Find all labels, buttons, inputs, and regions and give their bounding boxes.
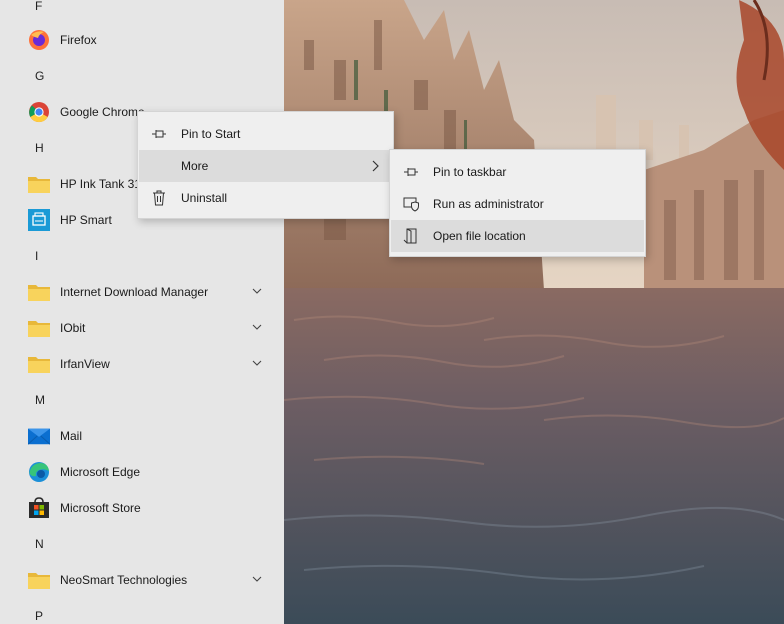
- letter-header-g[interactable]: G: [0, 58, 284, 94]
- mail-icon: [28, 425, 50, 447]
- app-label: Microsoft Store: [60, 501, 141, 515]
- menu-item-label: Pin to Start: [181, 127, 241, 141]
- firefox-icon: [28, 29, 50, 51]
- app-label: NeoSmart Technologies: [60, 573, 188, 587]
- chevron-right-icon: [372, 160, 379, 172]
- letter-n: N: [35, 537, 44, 551]
- more-submenu: Pin to taskbar Run as administrator Open…: [389, 149, 646, 257]
- menu-item-more[interactable]: More: [139, 150, 392, 182]
- trash-icon: [153, 190, 165, 206]
- app-label: IrfanView: [60, 357, 110, 371]
- letter-f: F: [35, 0, 43, 13]
- folder-item-irfanview[interactable]: IrfanView: [0, 346, 284, 382]
- app-item-microsoft-store[interactable]: Microsoft Store: [0, 490, 284, 526]
- store-icon: [28, 497, 50, 519]
- app-item-firefox[interactable]: Firefox: [0, 22, 284, 58]
- menu-item-open-file-location[interactable]: Open file location: [391, 220, 644, 252]
- app-label: Internet Download Manager: [60, 285, 209, 299]
- folder-icon: [28, 569, 50, 591]
- start-menu-app-list: F Firefox G Google Chrome H HP Ink Tank …: [0, 0, 284, 624]
- chevron-down-icon[interactable]: [251, 321, 263, 333]
- menu-item-label: Uninstall: [181, 191, 228, 205]
- menu-item-run-as-administrator[interactable]: Run as administrator: [391, 188, 644, 220]
- chevron-down-icon[interactable]: [251, 285, 263, 297]
- letter-p: P: [35, 609, 44, 623]
- app-label: HP Ink Tank 31: [60, 177, 141, 191]
- hp-smart-icon: [28, 209, 50, 231]
- folder-item-internet-download-manager[interactable]: Internet Download Manager: [0, 274, 284, 310]
- letter-g: G: [35, 69, 45, 83]
- menu-item-pin-to-start[interactable]: Pin to Start: [139, 118, 392, 150]
- menu-item-uninstall[interactable]: Uninstall: [139, 182, 392, 214]
- app-label: IObit: [60, 321, 86, 335]
- menu-item-label: More: [181, 159, 209, 173]
- folder-icon: [28, 281, 50, 303]
- chevron-down-icon[interactable]: [251, 573, 263, 585]
- folder-item-neosmart-technologies[interactable]: NeoSmart Technologies: [0, 562, 284, 598]
- file-location-icon: [403, 228, 417, 244]
- app-label: Firefox: [60, 33, 97, 47]
- letter-header-n[interactable]: N: [0, 526, 284, 562]
- edge-icon: [28, 461, 50, 483]
- app-context-menu: Pin to Start More Uninstall: [137, 111, 394, 219]
- letter-h: H: [35, 141, 44, 155]
- pin-icon: [404, 168, 418, 176]
- app-item-mail[interactable]: Mail: [0, 418, 284, 454]
- app-label: Mail: [60, 429, 83, 443]
- menu-item-label: Open file location: [433, 229, 526, 243]
- menu-item-label: Run as administrator: [433, 197, 544, 211]
- folder-icon: [28, 173, 50, 195]
- letter-header-i[interactable]: I: [0, 238, 284, 274]
- menu-item-label: Pin to taskbar: [433, 165, 507, 179]
- folder-item-iobit[interactable]: IObit: [0, 310, 284, 346]
- letter-header-p[interactable]: P: [0, 598, 284, 624]
- letter-i: I: [35, 249, 39, 263]
- chevron-down-icon[interactable]: [251, 357, 263, 369]
- pin-icon: [152, 130, 166, 138]
- wallpaper-image: [284, 0, 784, 624]
- app-label: HP Smart: [60, 213, 112, 227]
- app-label: Microsoft Edge: [60, 465, 141, 479]
- menu-item-pin-to-taskbar[interactable]: Pin to taskbar: [391, 156, 644, 188]
- folder-icon: [28, 317, 50, 339]
- desktop-wallpaper: [284, 0, 784, 624]
- letter-header-f[interactable]: F: [0, 0, 284, 24]
- folder-icon: [28, 353, 50, 375]
- app-item-microsoft-edge[interactable]: Microsoft Edge: [0, 454, 284, 490]
- app-label: Google Chrome: [60, 105, 145, 119]
- letter-m: M: [35, 393, 45, 407]
- shield-icon: [403, 197, 419, 212]
- letter-header-m[interactable]: M: [0, 382, 284, 418]
- chrome-icon: [28, 101, 50, 123]
